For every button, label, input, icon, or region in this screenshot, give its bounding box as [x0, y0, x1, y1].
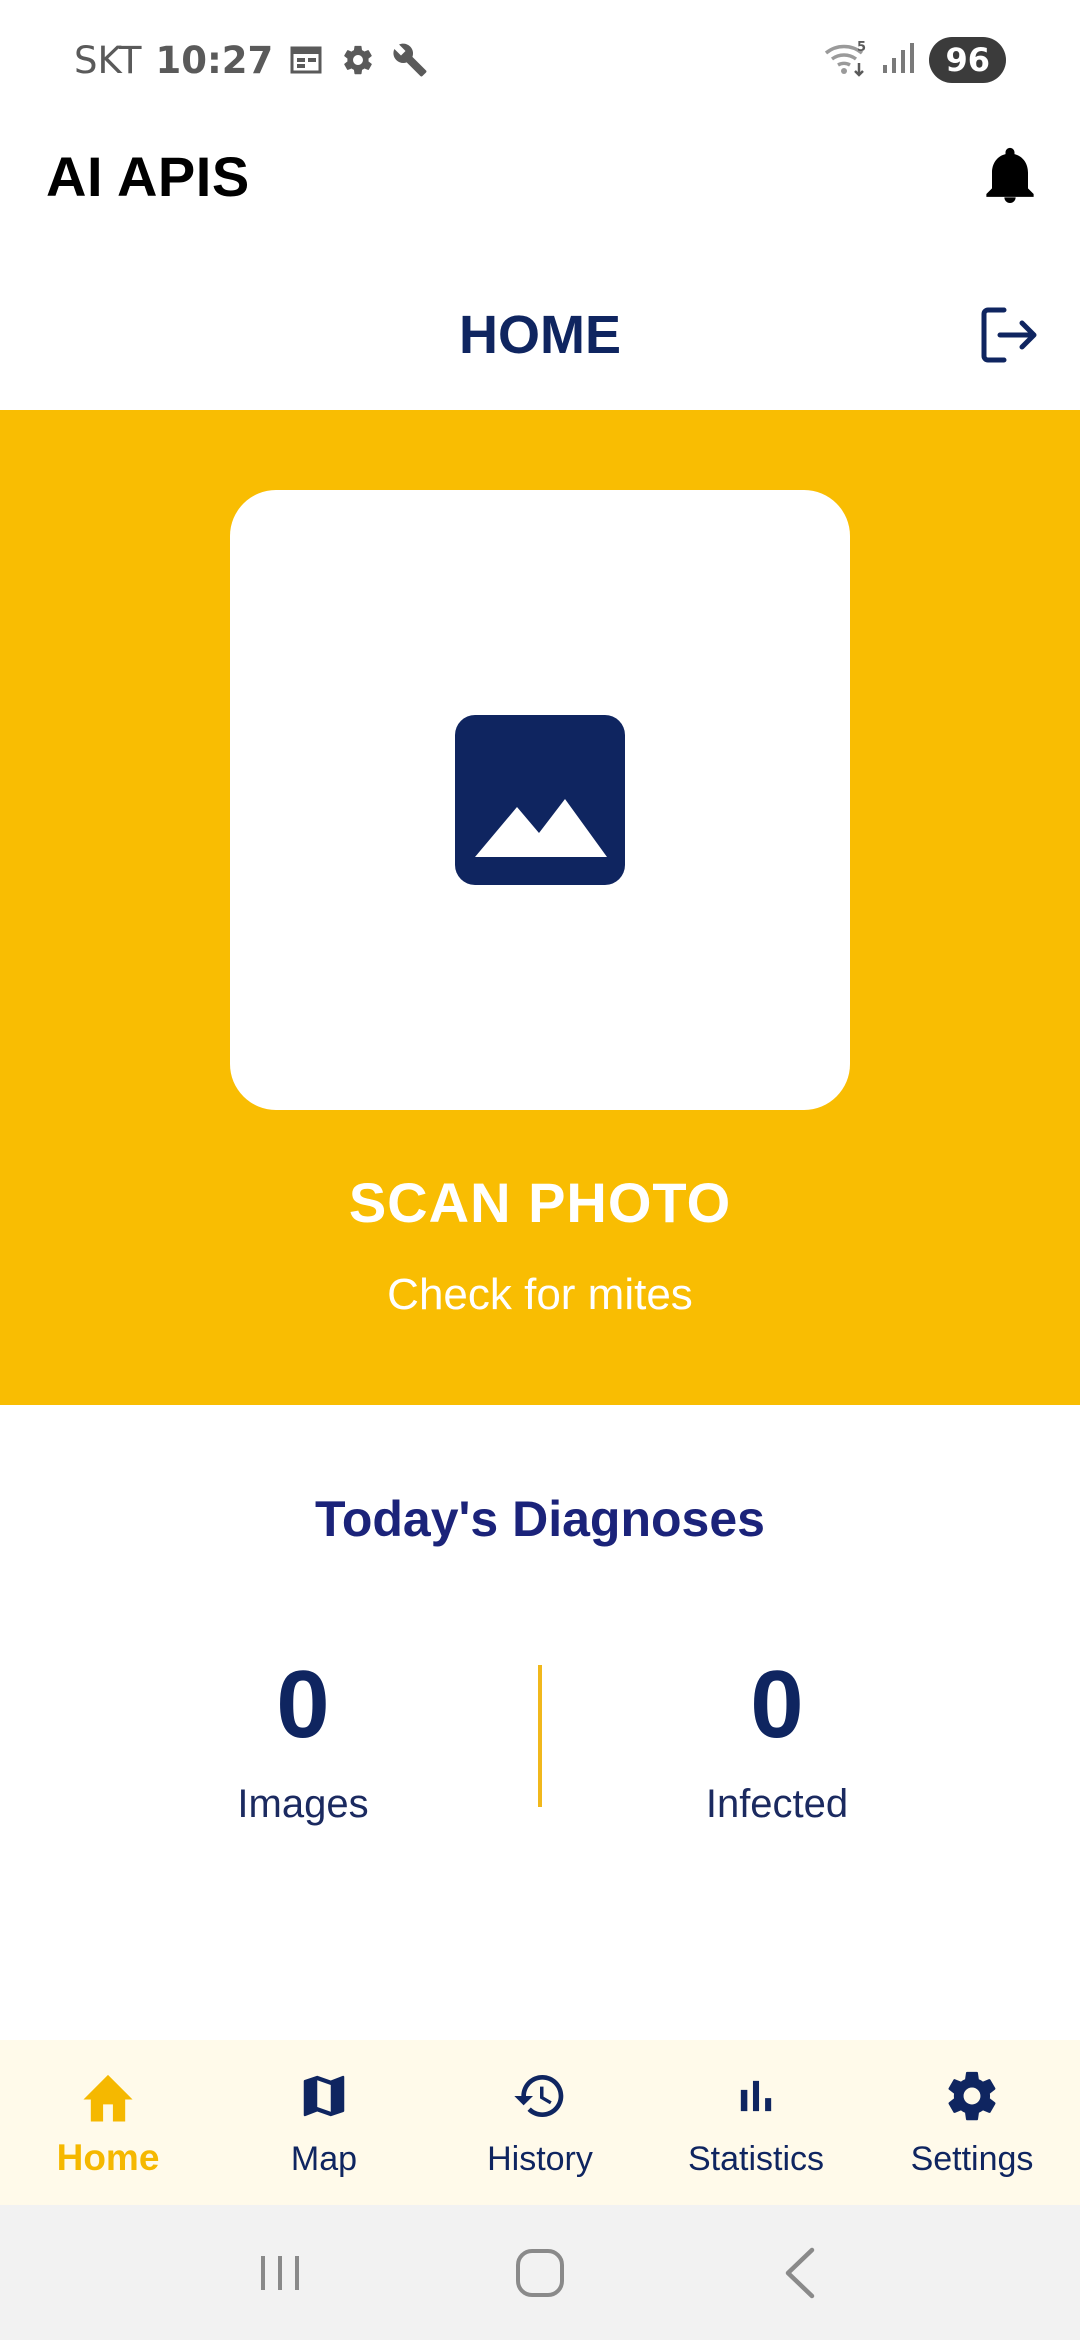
nav-statistics[interactable]: Statistics — [648, 2040, 864, 2205]
recent-apps-button[interactable] — [240, 2233, 320, 2313]
bar-chart-icon — [726, 2066, 786, 2126]
status-right: 5 96 — [823, 37, 1006, 83]
page-title: HOME — [459, 305, 621, 365]
images-stat: 0 Images — [153, 1650, 453, 1827]
home-screen: SKT 10:27 5 96 AI APIS HOME SCAN PHOTO C… — [0, 0, 1080, 2340]
gear-icon — [339, 41, 377, 79]
nav-home[interactable]: Home — [0, 2040, 216, 2205]
scan-photo-title: SCAN PHOTO — [348, 1171, 732, 1234]
notification-bell-button[interactable] — [980, 146, 1040, 206]
signal-icon — [881, 41, 917, 79]
calendar-icon — [287, 41, 325, 79]
status-left: SKT 10:27 — [74, 39, 429, 82]
history-icon — [510, 2066, 570, 2126]
battery-indicator: 96 — [929, 37, 1006, 83]
images-label: Images — [237, 1782, 369, 1826]
images-count: 0 — [276, 1651, 330, 1758]
infected-label: Infected — [705, 1782, 849, 1826]
back-button[interactable] — [760, 2233, 840, 2313]
wifi-icon: 5 — [823, 39, 869, 81]
nav-map-label: Map — [290, 2140, 358, 2178]
scan-photo-card[interactable] — [230, 490, 850, 1110]
stat-divider — [538, 1665, 542, 1807]
image-icon — [455, 715, 625, 885]
system-navigation-bar — [0, 2205, 1080, 2340]
logout-icon — [981, 307, 1037, 363]
recent-apps-icon — [261, 2255, 299, 2290]
diagnoses-title: Today's Diagnoses — [315, 1491, 765, 1547]
wrench-icon — [391, 41, 429, 79]
bottom-navigation: Home Map History Statistics Settings — [0, 2040, 1080, 2205]
scan-photo-section[interactable]: SCAN PHOTO Check for mites — [0, 410, 1080, 1405]
nav-statistics-label: Statistics — [687, 2140, 825, 2178]
gear-icon — [942, 2066, 1002, 2126]
infected-count: 0 — [750, 1651, 804, 1758]
carrier-label: SKT — [74, 38, 142, 82]
home-icon — [78, 2067, 138, 2127]
nav-home-label: Home — [56, 2136, 160, 2178]
bell-icon — [986, 147, 1034, 203]
nav-history[interactable]: History — [432, 2040, 648, 2205]
app-header: AI APIS — [0, 120, 1080, 232]
scan-photo-subtitle: Check for mites — [387, 1270, 693, 1319]
nav-map[interactable]: Map — [216, 2040, 432, 2205]
nav-history-label: History — [487, 2140, 593, 2178]
app-title: AI APIS — [46, 144, 250, 208]
clock: 10:27 — [155, 38, 274, 82]
status-bar: SKT 10:27 5 96 — [0, 0, 1080, 120]
home-circle-icon — [516, 2248, 564, 2297]
home-system-button[interactable] — [500, 2233, 580, 2313]
infected-stat: 0 Infected — [627, 1650, 927, 1827]
map-icon — [294, 2066, 354, 2126]
svg-text:5: 5 — [857, 40, 866, 55]
back-chevron-icon — [785, 2247, 815, 2298]
nav-settings-label: Settings — [910, 2140, 1034, 2178]
nav-settings[interactable]: Settings — [864, 2040, 1080, 2205]
logout-button[interactable] — [976, 302, 1042, 368]
page-header: HOME — [0, 280, 1080, 390]
